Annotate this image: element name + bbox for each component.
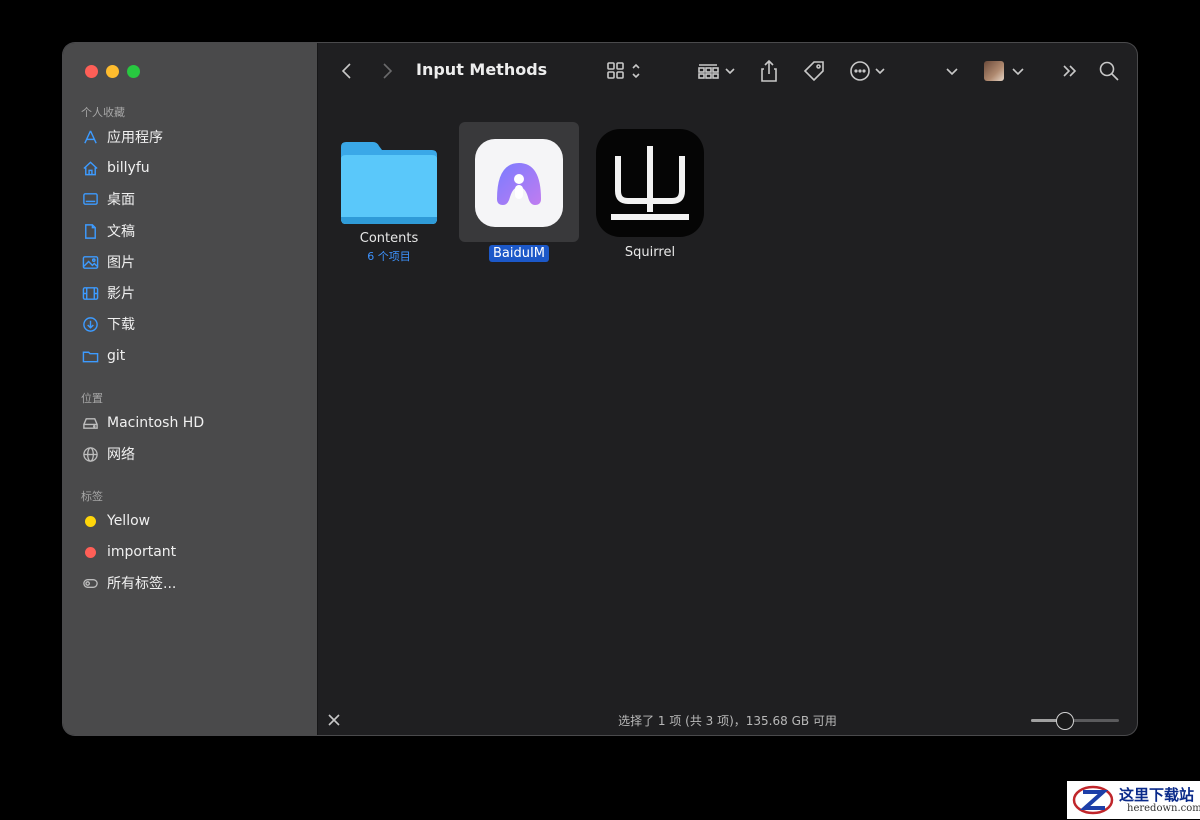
chevron-left-icon <box>341 63 351 79</box>
documents-icon <box>81 222 99 240</box>
tag-icon <box>803 61 824 82</box>
file-item-count: 6 个项目 <box>367 250 411 263</box>
chevron-down-icon <box>1012 68 1024 76</box>
sidebar-item-network[interactable]: 网络 <box>81 442 135 466</box>
sidebar-item-label: 所有标签... <box>107 576 177 592</box>
baidu-im-app-icon <box>475 139 563 227</box>
watermark: 这里下载站 heredown.com <box>1067 781 1200 819</box>
sidebar-item-all-tags[interactable]: 所有标签... <box>81 571 176 595</box>
file-name: BaiduIM <box>488 245 550 262</box>
share-icon <box>761 59 777 82</box>
double-chevron-right-icon <box>1063 65 1077 77</box>
sidebar-item-downloads[interactable]: 下载 <box>81 312 135 336</box>
close-window-button[interactable] <box>85 65 98 78</box>
yellow-tag-dot-icon <box>85 515 96 527</box>
home-icon <box>81 159 99 177</box>
sidebar-item-tag-important[interactable]: important <box>81 540 176 564</box>
favorites-section-label: 个人收藏 <box>81 106 125 119</box>
desktop-icon <box>81 190 99 208</box>
sidebar-item-desktop[interactable]: 桌面 <box>81 187 135 211</box>
sidebar-item-git[interactable]: git <box>81 344 125 368</box>
view-mode-button[interactable] <box>606 59 646 83</box>
movies-icon <box>81 284 99 302</box>
group-by-button[interactable] <box>696 59 740 83</box>
sidebar-item-pictures[interactable]: 图片 <box>81 250 135 274</box>
red-tag-dot-icon <box>85 546 96 558</box>
chevron-down-icon <box>946 68 958 76</box>
folder-icon <box>81 347 99 365</box>
folder-icon <box>339 139 439 225</box>
avatar <box>984 61 1004 81</box>
sidebar-item-movies[interactable]: 影片 <box>81 281 135 305</box>
file-browser: Input Methods Contents 6 个项目 BaiduIM Squ… <box>318 43 1137 735</box>
downloads-icon <box>81 315 99 333</box>
group-grid-icon <box>698 64 735 79</box>
status-bar: 选择了 1 项 (共 3 项)，135.68 GB 可用 <box>318 705 1137 735</box>
share-button[interactable] <box>758 59 780 83</box>
zoom-window-button[interactable] <box>127 65 140 78</box>
sidebar-item-tag-yellow[interactable]: Yellow <box>81 509 150 533</box>
sidebar-item-applications[interactable]: 应用程序 <box>81 125 163 149</box>
file-name: Contents <box>359 231 419 246</box>
search-icon <box>1099 61 1119 81</box>
hard-drive-icon <box>81 414 99 432</box>
minimize-window-button[interactable] <box>106 65 119 78</box>
ellipsis-circle-icon <box>850 61 885 81</box>
applications-icon <box>81 128 99 146</box>
action-menu-button[interactable] <box>848 59 892 83</box>
squirrel-app-icon <box>596 129 704 237</box>
sidebar-item-label: 文稿 <box>107 224 135 240</box>
back-button[interactable] <box>340 59 354 83</box>
sidebar-item-macintosh-hd[interactable]: Macintosh HD <box>81 411 204 435</box>
window-title: Input Methods <box>416 60 548 79</box>
watermark-text: 这里下载站 <box>1119 786 1195 804</box>
sidebar-item-home[interactable]: billyfu <box>81 156 150 180</box>
file-item-squirrel[interactable]: Squirrel <box>590 129 710 260</box>
toolbar: Input Methods <box>318 43 1137 99</box>
watermark-subtext: heredown.com <box>1127 803 1200 814</box>
locations-section-label: 位置 <box>81 392 103 405</box>
sidebar-item-label: 网络 <box>107 447 135 463</box>
pictures-icon <box>81 253 99 271</box>
sidebar-item-label: Yellow <box>107 513 151 529</box>
tag-button[interactable] <box>802 59 826 83</box>
tags-section-label: 标签 <box>81 490 103 503</box>
sidebar: 个人收藏 应用程序 billyfu 桌面 文稿 图片 影片 下载 git 位置 … <box>63 43 318 735</box>
file-item-contents[interactable]: Contents 6 个项目 <box>329 139 449 264</box>
search-button[interactable] <box>1098 59 1120 83</box>
sidebar-item-label: 桌面 <box>107 192 135 208</box>
sidebar-item-label: 应用程序 <box>107 130 163 146</box>
window-controls <box>85 65 140 78</box>
sidebar-item-label: 下载 <box>107 317 135 333</box>
finder-window: 个人收藏 应用程序 billyfu 桌面 文稿 图片 影片 下载 git 位置 … <box>63 43 1137 735</box>
sidebar-item-label: Macintosh HD <box>107 415 205 431</box>
sidebar-item-label: 影片 <box>107 286 135 302</box>
icon-size-slider[interactable] <box>1031 712 1119 730</box>
icon-view-grid-icon <box>607 62 640 79</box>
all-tags-icon <box>81 574 99 592</box>
sidebar-item-label: git <box>107 348 126 364</box>
status-text: 选择了 1 项 (共 3 项)，135.68 GB 可用 <box>618 714 837 728</box>
dropdown-button[interactable] <box>944 59 960 83</box>
sidebar-item-label: 图片 <box>107 255 135 271</box>
network-icon <box>81 445 99 463</box>
file-name: Squirrel <box>624 245 676 260</box>
chevron-right-icon <box>383 63 393 79</box>
sidebar-item-label: billyfu <box>107 160 150 176</box>
user-menu-button[interactable] <box>984 59 1028 83</box>
sidebar-item-documents[interactable]: 文稿 <box>81 219 135 243</box>
forward-button[interactable] <box>380 59 394 83</box>
file-item-baiduim[interactable]: BaiduIM <box>459 139 579 262</box>
sidebar-item-label: important <box>107 544 177 560</box>
more-toolbar-items-button[interactable] <box>1060 59 1080 83</box>
heredown-logo-icon <box>1071 784 1119 816</box>
